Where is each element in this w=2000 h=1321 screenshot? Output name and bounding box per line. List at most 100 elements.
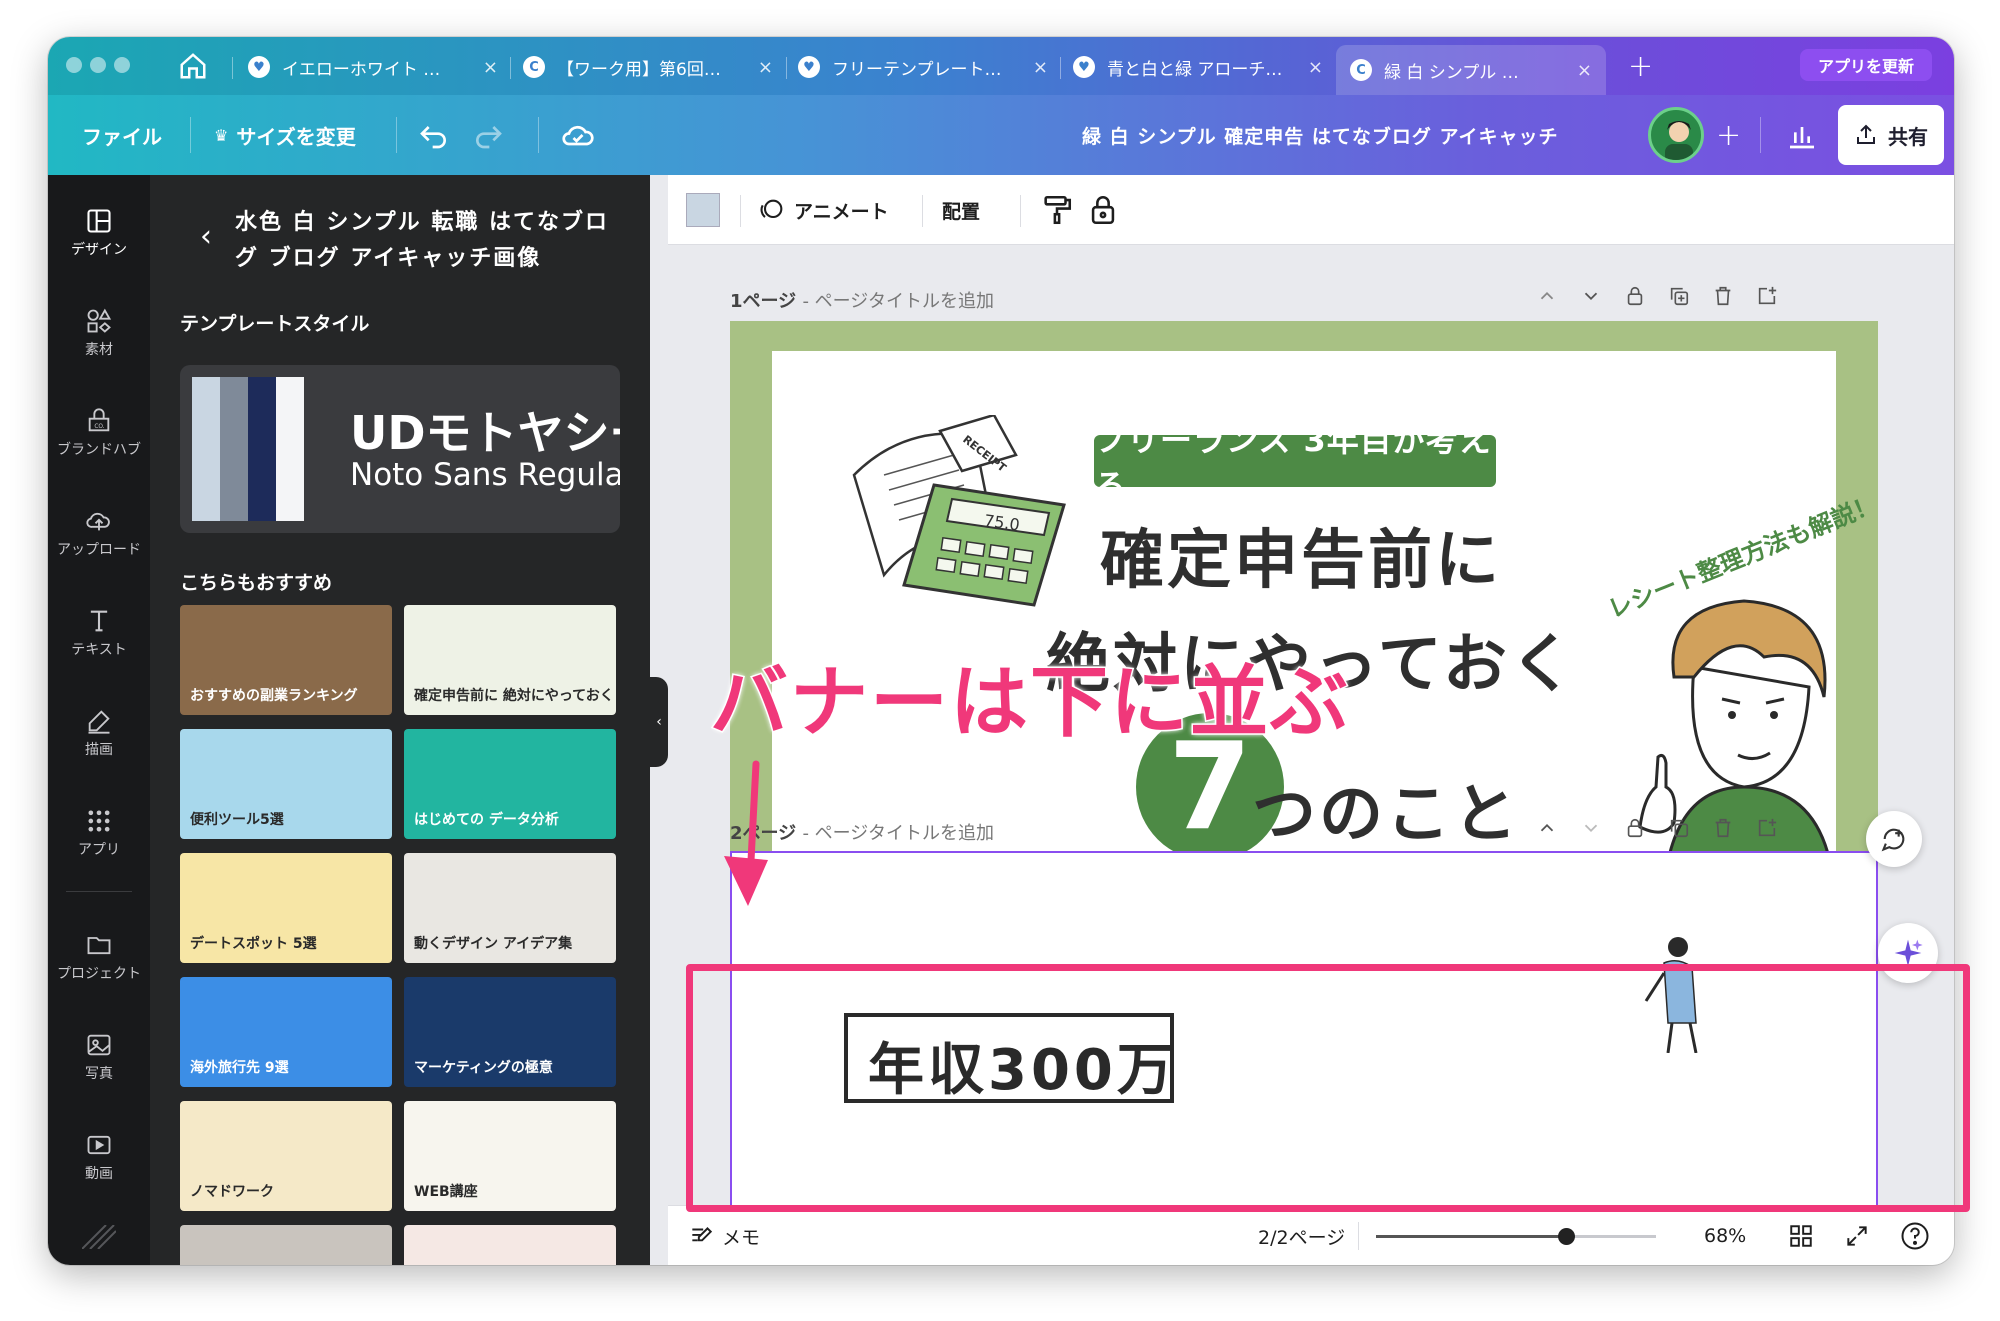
more-handle-icon[interactable] — [82, 1225, 116, 1249]
zoom-slider[interactable] — [1376, 1228, 1656, 1245]
fullscreen-icon[interactable] — [1844, 1223, 1870, 1249]
rail-elements[interactable]: 素材 — [48, 287, 150, 379]
animate-button[interactable]: アニメート — [758, 175, 889, 245]
chevron-down-icon[interactable] — [1580, 285, 1602, 307]
rail-upload[interactable]: アップロード — [48, 487, 150, 579]
avatar[interactable] — [1648, 107, 1704, 163]
tab-label: 緑 白 シンプル … — [1384, 62, 1519, 83]
elements-icon — [87, 308, 112, 333]
new-tab-button[interactable]: + — [1628, 49, 1653, 84]
trash-icon[interactable] — [1712, 817, 1734, 839]
template-thumbnail[interactable]: 便利ツール5選 — [180, 729, 392, 839]
add-collaborator-button[interactable]: + — [1716, 95, 1741, 175]
add-page-icon[interactable] — [1756, 817, 1778, 839]
close-icon[interactable]: × — [1308, 57, 1323, 78]
template-thumbnail[interactable]: 海外旅行先 9選 — [180, 977, 392, 1087]
rail-video[interactable]: 動画 — [48, 1111, 150, 1203]
template-thumbnail[interactable] — [180, 1225, 392, 1265]
duplicate-icon[interactable] — [1668, 285, 1690, 307]
template-thumbnail[interactable]: 動くデザイン アイデア集 — [404, 853, 616, 963]
heart-icon: ♥ — [248, 56, 270, 78]
lock-icon[interactable] — [1086, 193, 1120, 227]
design-headline-3[interactable]: つのこと — [1252, 763, 1520, 855]
draw-icon — [88, 710, 110, 734]
zoom-slider-handle[interactable] — [1558, 1228, 1576, 1245]
notes-button[interactable]: メモ — [688, 1206, 760, 1265]
template-thumbnail[interactable]: 確定申告前に 絶対にやっておく 7つのこと — [404, 605, 616, 715]
rail-text[interactable]: テキスト — [48, 587, 150, 679]
chevron-up-icon[interactable] — [1536, 817, 1558, 839]
position-button[interactable]: 配置 — [942, 175, 980, 245]
help-icon[interactable] — [1900, 1221, 1930, 1251]
template-thumbnail[interactable]: Start — [404, 1225, 616, 1265]
lock-icon[interactable] — [1624, 817, 1646, 839]
page-title-placeholder[interactable]: - ページタイトルを追加 — [802, 823, 994, 844]
tab-4[interactable]: ♥ 青と白と緑 アローチ… × — [1073, 47, 1323, 87]
rail-label: 素材 — [85, 342, 113, 358]
thumbnail-label: WEB講座 — [414, 1184, 478, 1200]
zoom-level[interactable]: 68% — [1704, 1206, 1746, 1265]
tab-2[interactable]: C 【ワーク用】第6回… × — [523, 47, 773, 87]
template-thumbnail[interactable]: はじめての データ分析 — [404, 729, 616, 839]
close-icon[interactable]: × — [758, 57, 773, 78]
add-comment-button[interactable] — [1866, 811, 1922, 867]
crown-icon: ♛ — [214, 125, 229, 145]
undo-icon[interactable] — [418, 119, 450, 151]
rail-apps[interactable]: アプリ — [48, 787, 150, 879]
duplicate-icon[interactable] — [1668, 817, 1690, 839]
template-thumbnail[interactable]: デートスポット 5選 — [180, 853, 392, 963]
rail-draw[interactable]: 描画 — [48, 687, 150, 779]
background-color-swatch[interactable] — [686, 193, 720, 227]
lock-icon[interactable] — [1624, 285, 1646, 307]
apps-icon — [88, 810, 110, 832]
tab-1[interactable]: ♥ イエローホワイト … × — [248, 47, 498, 87]
document-title[interactable]: 緑 白 シンプル 確定申告 はてなブログ アイキャッチ — [1082, 95, 1559, 175]
animate-icon — [760, 199, 783, 219]
collapse-panel-button[interactable]: ‹ — [650, 677, 668, 767]
template-thumbnail[interactable]: マーケティングの極意 — [404, 977, 616, 1087]
template-thumbnail[interactable]: ノマドワーク — [180, 1101, 392, 1211]
page-1-label[interactable]: 1ページ - ページタイトルを追加 — [730, 287, 994, 313]
home-icon[interactable] — [178, 51, 208, 81]
zoom-slider-fill — [1376, 1235, 1567, 1238]
page-count[interactable]: 2/2ページ — [1258, 1206, 1345, 1265]
window-close-dot[interactable] — [66, 57, 82, 73]
close-icon[interactable]: × — [1033, 57, 1048, 78]
trash-icon[interactable] — [1712, 285, 1734, 307]
color-swatch — [192, 377, 220, 521]
close-icon[interactable]: × — [1577, 60, 1592, 81]
animate-label: アニメート — [794, 200, 889, 223]
rail-design[interactable]: デザイン — [48, 187, 150, 279]
back-chevron-icon[interactable]: ‹ — [200, 219, 212, 254]
rail-photos[interactable]: 写真 — [48, 1011, 150, 1103]
redo-icon[interactable] — [472, 119, 504, 151]
design-headline-1[interactable]: 確定申告前に — [1100, 509, 1502, 601]
tab-5-active[interactable]: C 緑 白 シンプル … × — [1336, 45, 1606, 95]
rail-brand-hub[interactable]: CO. ブランドハブ — [48, 387, 150, 479]
page-title-placeholder[interactable]: - ページタイトルを追加 — [802, 291, 994, 312]
chevron-up-icon[interactable] — [1536, 285, 1558, 307]
grid-view-icon[interactable] — [1788, 1223, 1814, 1249]
close-icon[interactable]: × — [483, 57, 498, 78]
update-app-button[interactable]: アプリを更新 — [1800, 49, 1933, 81]
resize-button[interactable]: ♛ サイズを変更 — [214, 95, 356, 175]
template-thumbnail[interactable]: おすすめの副業ランキング — [180, 605, 392, 715]
photo-icon — [87, 1034, 111, 1056]
rail-projects[interactable]: プロジェクト — [48, 911, 150, 1003]
paint-roller-icon[interactable] — [1040, 193, 1074, 227]
section-template-style: テンプレートスタイル — [180, 313, 370, 335]
window-zoom-dot[interactable] — [114, 57, 130, 73]
canva-icon: C — [523, 56, 545, 78]
share-button[interactable]: 共有 — [1838, 105, 1944, 165]
thumbnail-label: はじめての データ分析 — [414, 812, 559, 828]
window-minimize-dot[interactable] — [90, 57, 106, 73]
design-badge[interactable]: フリーランス 3年目が考える — [1094, 421, 1496, 505]
chevron-down-icon[interactable] — [1580, 817, 1602, 839]
template-style-card[interactable]: UDモトヤシー Noto Sans Regular — [180, 365, 620, 533]
file-menu[interactable]: ファイル — [82, 95, 162, 175]
insights-chart-icon[interactable] — [1786, 119, 1818, 151]
add-page-icon[interactable] — [1756, 285, 1778, 307]
template-thumbnail[interactable]: WEB講座 — [404, 1101, 616, 1211]
cloud-saved-icon[interactable] — [560, 117, 596, 153]
tab-3[interactable]: ♥ フリーテンプレート… × — [798, 47, 1048, 87]
